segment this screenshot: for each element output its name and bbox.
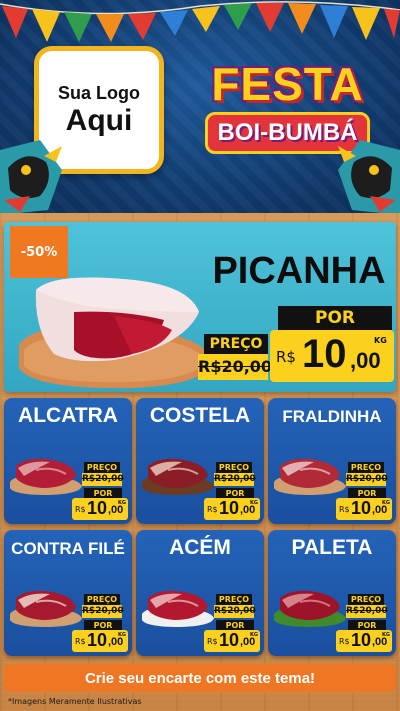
currency: R$	[207, 505, 218, 514]
price-integer: 10	[219, 498, 240, 518]
old-price: R$20,00	[346, 473, 388, 486]
price-integer: 10	[351, 630, 372, 650]
boi-bumba-ox-left-icon	[0, 140, 62, 213]
new-price: R$ 10 ,00 KG	[72, 630, 128, 652]
unit: KG	[250, 632, 258, 638]
new-price: R$ 10 ,00 KG	[72, 498, 128, 520]
unit: KG	[250, 500, 258, 506]
old-price: R$20,00	[214, 473, 256, 486]
price-integer: 10	[87, 630, 108, 650]
unit: KG	[118, 632, 126, 638]
old-price-value: R$20,00	[346, 474, 388, 484]
old-price-value: R$20,00	[82, 474, 124, 484]
hero-price-integer: 10	[302, 332, 347, 376]
hero-old-price-value: R$20,00	[198, 357, 273, 376]
product-name: COSTELA	[149, 404, 251, 427]
old-price-label: PREÇO	[84, 462, 120, 473]
currency: R$	[207, 637, 218, 646]
festa-bunting-decoration	[0, 1, 400, 42]
product-card[interactable]: ACÉM PREÇO R$20,00 POR R$ 10 ,00 KG	[136, 530, 264, 656]
logo-text-line1: Sua Logo	[58, 82, 140, 103]
product-name: CONTRA FILÉ	[11, 539, 125, 558]
old-price: R$20,00	[346, 605, 388, 618]
hero-product-name: PICANHA	[212, 250, 386, 292]
meat-image	[142, 458, 214, 495]
currency: R$	[339, 505, 350, 514]
picanha-meat-image	[19, 277, 212, 389]
meat-image	[142, 590, 214, 627]
hero-old-price: R$20,00	[198, 354, 272, 380]
old-price: R$20,00	[82, 473, 124, 486]
hero-product-card[interactable]: -50% PICANHA PREÇO R$20,00 POR R$ 10 ,00…	[4, 222, 396, 392]
currency: R$	[75, 505, 86, 514]
old-price-label: PREÇO	[348, 594, 384, 605]
product-card[interactable]: FRALDINHA PREÇO R$20,00 POR R$ 10 ,00 KG	[268, 398, 396, 524]
new-price: R$ 10 ,00 KG	[204, 498, 260, 520]
create-flyer-cta-button[interactable]: Crie seu encarte com este tema!	[4, 664, 396, 692]
hero-unit: KG	[374, 336, 387, 345]
old-price-value: R$20,00	[214, 606, 256, 616]
old-price-value: R$20,00	[346, 606, 388, 616]
unit: KG	[118, 500, 126, 506]
old-price-value: R$20,00	[214, 474, 256, 484]
product-card[interactable]: COSTELA PREÇO R$20,00 POR R$ 10 ,00 KG	[136, 398, 264, 524]
old-price: R$20,00	[82, 605, 124, 618]
new-price: R$ 10 ,00 KG	[204, 630, 260, 652]
product-name: PALETA	[291, 536, 373, 559]
old-price-label: PREÇO	[84, 594, 120, 605]
product-card[interactable]: ALCATRA PREÇO R$20,00 POR R$ 10 ,00 KG	[4, 398, 132, 524]
boi-bumba-ox-right-icon	[338, 140, 400, 213]
disclaimer-text: *Imagens Meramente Ilustrativas	[8, 697, 142, 706]
old-price-label: PREÇO	[348, 462, 384, 473]
old-price: R$20,00	[214, 605, 256, 618]
meat-image	[10, 590, 82, 627]
meat-image	[10, 458, 82, 495]
theme-title-word: FESTA	[211, 58, 364, 110]
logo-text-line2: Aqui	[65, 103, 133, 137]
old-price-value: R$20,00	[82, 606, 124, 616]
product-name: ACÉM	[169, 536, 231, 559]
new-price: R$ 10 ,00 KG	[336, 498, 392, 520]
currency: R$	[339, 637, 350, 646]
old-price-label: PREÇO	[216, 594, 252, 605]
product-name: FRALDINHA	[282, 407, 382, 426]
new-price: R$ 10 ,00 KG	[336, 630, 392, 652]
price-integer: 10	[87, 498, 108, 518]
currency: R$	[75, 637, 86, 646]
product-card[interactable]: PALETA PREÇO R$20,00 POR R$ 10 ,00 KG	[268, 530, 396, 656]
hero-currency: R$	[276, 348, 296, 366]
product-card[interactable]: CONTRA FILÉ PREÇO R$20,00 POR R$ 10 ,00 …	[4, 530, 132, 656]
meat-image	[274, 458, 346, 495]
price-integer: 10	[219, 630, 240, 650]
unit: KG	[382, 500, 390, 506]
header-banner: Sua Logo Aqui FESTA BOI-BUMBÁ	[0, 0, 400, 213]
hero-old-price-label: PREÇO	[204, 334, 268, 354]
hero-price-decimals: ,00	[350, 348, 381, 373]
meat-image	[274, 590, 346, 627]
price-integer: 10	[351, 498, 372, 518]
unit: KG	[382, 632, 390, 638]
hero-new-price-label: POR	[278, 306, 392, 330]
product-name: ALCATRA	[18, 404, 118, 427]
hero-new-price: R$ 10 ,00 KG	[270, 330, 394, 382]
old-price-label: PREÇO	[216, 462, 252, 473]
